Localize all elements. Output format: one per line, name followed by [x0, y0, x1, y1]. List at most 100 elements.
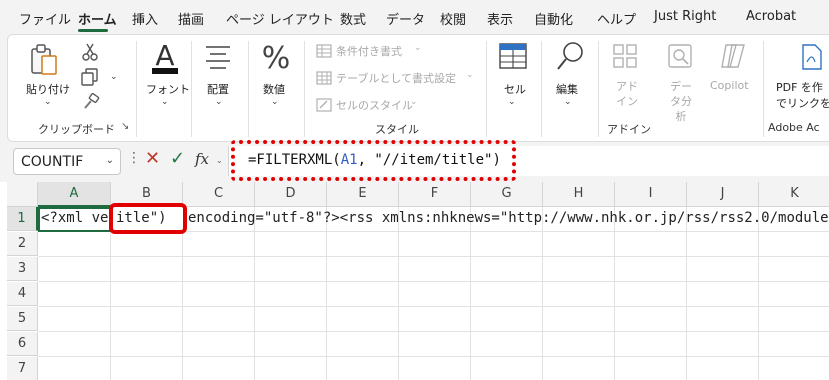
column-header-e[interactable]: E	[327, 182, 399, 207]
alignment-icon[interactable]	[204, 43, 232, 77]
cells-button-label[interactable]: セル	[504, 81, 526, 97]
format-as-table-chevron-icon[interactable]: ⌄	[466, 70, 474, 80]
column-header-d[interactable]: D	[255, 182, 327, 207]
tab-automate[interactable]: 自動化	[534, 9, 573, 28]
addins-button-label[interactable]: アドイン	[615, 79, 639, 109]
row-gridline	[38, 306, 829, 307]
cancel-icon[interactable]: ✕	[145, 148, 160, 169]
tab-acrobat[interactable]: Acrobat	[746, 9, 796, 24]
row-header-4[interactable]: 4	[7, 282, 38, 306]
cells-icon[interactable]	[498, 41, 528, 75]
editing-chevron-icon[interactable]: ⌄	[564, 97, 572, 107]
paste-chevron-icon[interactable]: ⌄	[44, 97, 52, 107]
divider	[486, 41, 487, 137]
percent-icon[interactable]: %	[261, 39, 291, 79]
ribbon: 貼り付け ⌄ ⌄ クリップボード ↘ A フォント ⌄ 配置 ⌄ % 数値 ⌄ …	[7, 34, 829, 142]
paste-button-label[interactable]: 貼り付け	[26, 81, 70, 97]
conditional-format-button[interactable]: 条件付き書式	[336, 43, 402, 59]
data-analysis-icon[interactable]	[667, 43, 693, 73]
select-all-button[interactable]	[7, 182, 38, 207]
addins-group-label: アドイン	[607, 123, 651, 136]
tab-just-right[interactable]: Just Right	[654, 9, 716, 24]
column-gridline	[542, 207, 543, 380]
pdf-button-label-2[interactable]: でリンクを共	[776, 95, 829, 111]
column-header-f[interactable]: F	[399, 182, 471, 207]
divider	[598, 41, 599, 137]
divider	[191, 41, 192, 137]
copy-icon[interactable]	[81, 68, 99, 90]
formula-highlight-box	[231, 140, 516, 181]
cells-chevron-icon[interactable]: ⌄	[508, 97, 516, 107]
row-header-6[interactable]: 6	[7, 332, 38, 356]
copilot-icon[interactable]	[718, 41, 748, 75]
number-button-label[interactable]: 数値	[263, 81, 285, 97]
tab-review[interactable]: 校閲	[440, 9, 466, 28]
insert-function-button[interactable]: fx	[195, 150, 209, 168]
column-header-k[interactable]: K	[759, 182, 829, 207]
addins-icon[interactable]	[612, 43, 638, 73]
clipboard-launcher-icon[interactable]: ↘	[121, 121, 129, 132]
format-painter-icon[interactable]	[82, 92, 100, 115]
column-header-i[interactable]: I	[615, 182, 687, 207]
tab-home[interactable]: ホーム	[78, 9, 117, 28]
column-header-h[interactable]: H	[543, 182, 615, 207]
font-button-label[interactable]: フォント	[146, 81, 190, 97]
row-header-7[interactable]: 7	[7, 357, 38, 380]
column-header-g[interactable]: G	[471, 182, 543, 207]
tab-insert[interactable]: 挿入	[132, 9, 158, 28]
row-header-1[interactable]: 1	[7, 207, 38, 231]
row-header-3[interactable]: 3	[7, 257, 38, 281]
column-gridline	[326, 207, 327, 380]
font-icon[interactable]: A	[149, 39, 181, 81]
svg-text:A: A	[155, 39, 174, 72]
column-header-j[interactable]: J	[687, 182, 759, 207]
column-gridline	[254, 207, 255, 380]
row-header-5[interactable]: 5	[7, 307, 38, 331]
cell-c1[interactable]: encoding="utf-8"?><rss xmlns:nhknews="ht…	[188, 210, 829, 226]
enter-icon[interactable]: ✓	[170, 148, 185, 169]
column-header-c[interactable]: C	[183, 182, 255, 207]
function-chevron-icon[interactable]: ⌄	[216, 156, 223, 165]
column-gridline	[470, 207, 471, 380]
divider	[248, 41, 249, 137]
pdf-icon[interactable]	[800, 43, 824, 75]
search-icon[interactable]	[556, 39, 586, 77]
cell-a1[interactable]: <?xml ver	[41, 210, 117, 226]
copilot-button-label[interactable]: Copilot	[710, 79, 749, 92]
row-gridline	[38, 281, 829, 282]
name-box-chevron-icon[interactable]: ⌄	[106, 155, 114, 166]
tab-draw[interactable]: 描画	[178, 9, 204, 28]
copy-chevron-icon[interactable]: ⌄	[110, 72, 118, 82]
alignment-chevron-icon[interactable]: ⌄	[215, 97, 223, 107]
active-tab-indicator	[78, 29, 108, 32]
paste-icon[interactable]	[29, 43, 59, 81]
conditional-format-chevron-icon[interactable]: ⌄	[414, 43, 422, 53]
name-box[interactable]: COUNTIF ⌄	[13, 148, 121, 175]
data-analysis-button-label[interactable]: データ分析	[667, 79, 695, 124]
cell-styles-button[interactable]: セルのスタイル	[336, 97, 413, 113]
tab-file[interactable]: ファイル	[19, 9, 71, 28]
cell-styles-icon	[316, 97, 332, 116]
row-header-2[interactable]: 2	[7, 232, 38, 256]
tab-help[interactable]: ヘルプ	[597, 9, 636, 28]
tab-page-layout[interactable]: ページ レイアウト	[226, 9, 334, 28]
column-gridline	[758, 207, 759, 380]
conditional-format-icon	[316, 43, 332, 62]
cell-b1[interactable]: itle")	[116, 210, 167, 226]
tab-formulas[interactable]: 数式	[340, 9, 366, 28]
pdf-button-label-1[interactable]: PDF を作	[776, 79, 823, 95]
number-chevron-icon[interactable]: ⌄	[271, 97, 279, 107]
divider	[304, 41, 305, 137]
styles-group-label: スタイル	[375, 123, 419, 136]
cell-styles-chevron-icon[interactable]: ⌄	[410, 97, 418, 107]
editing-button-label[interactable]: 編集	[556, 81, 578, 97]
column-header-a[interactable]: A	[38, 182, 111, 207]
column-gridline	[614, 207, 615, 380]
alignment-button-label[interactable]: 配置	[207, 81, 229, 97]
tab-view[interactable]: 表示	[487, 9, 513, 28]
cut-icon[interactable]	[82, 43, 98, 65]
tab-data[interactable]: データ	[386, 9, 425, 28]
formula-bar-grip-icon[interactable]: ⋮	[127, 150, 141, 166]
format-as-table-button[interactable]: テーブルとして書式設定	[336, 70, 456, 86]
font-chevron-icon[interactable]: ⌄	[161, 97, 169, 107]
